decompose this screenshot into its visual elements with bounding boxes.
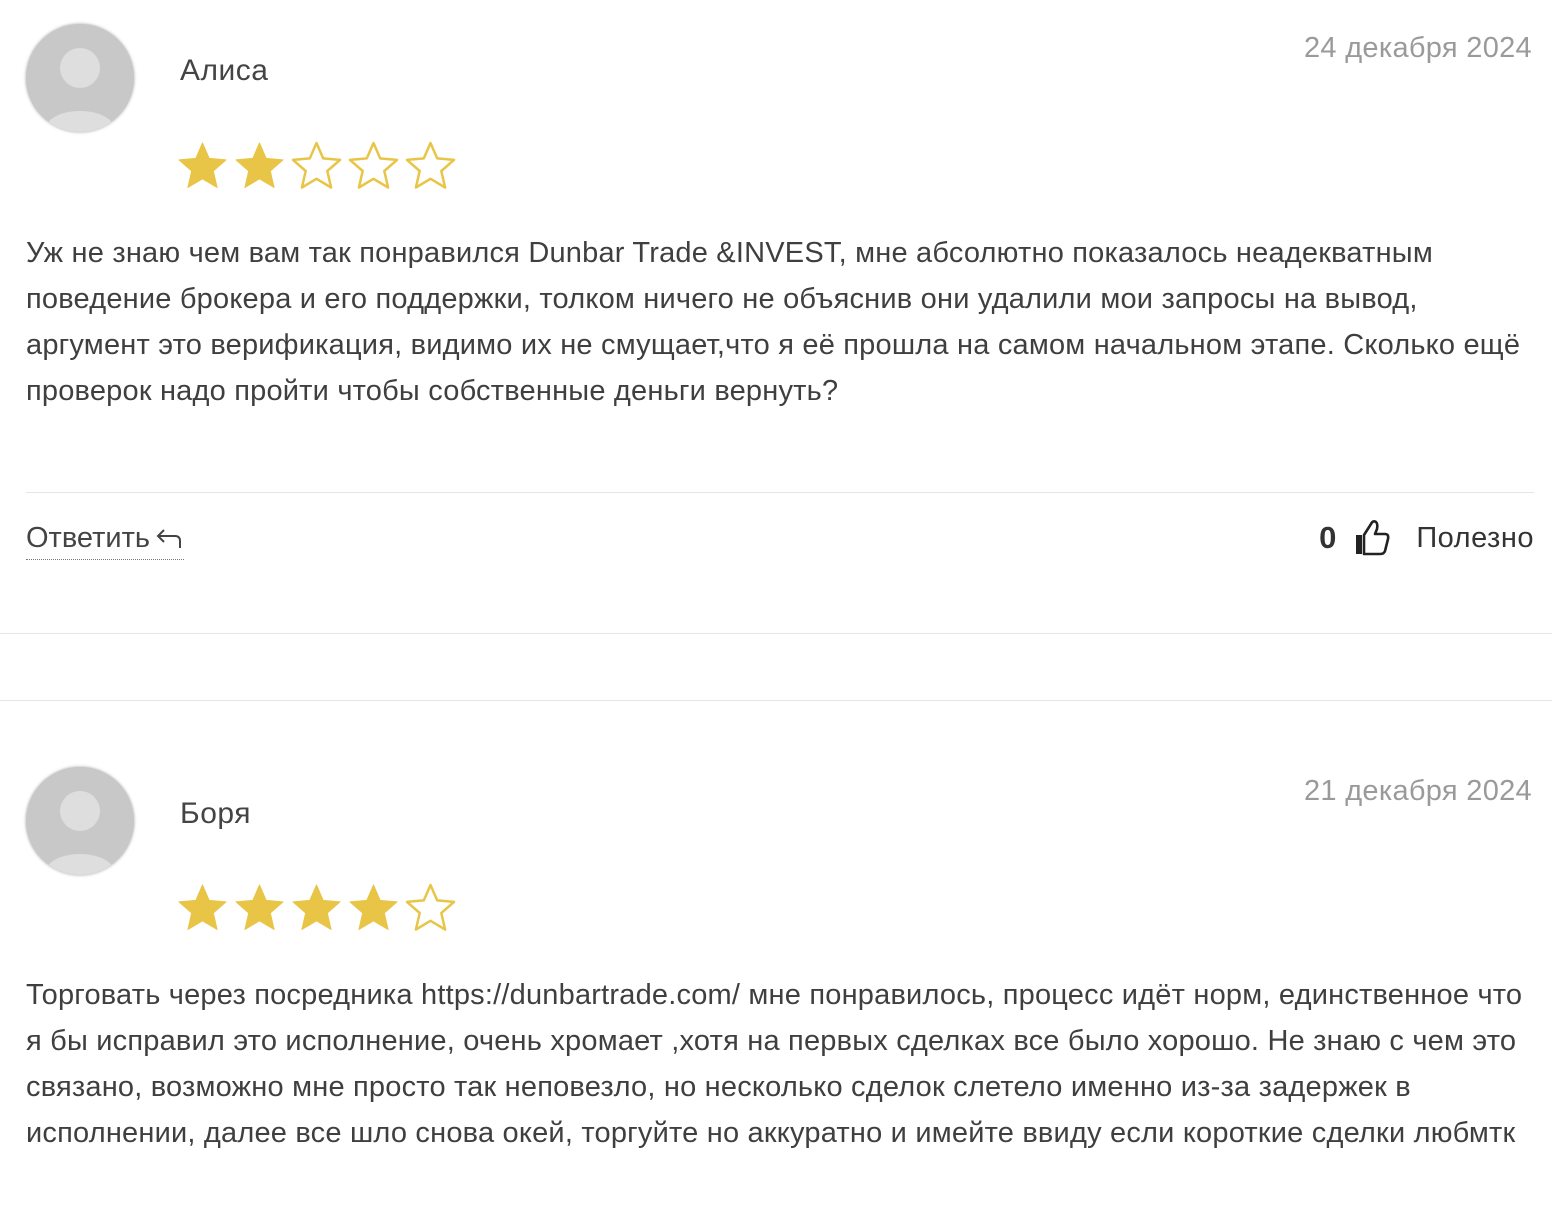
star-filled-icon: [292, 884, 341, 930]
review-date: 21 декабря 2024: [1303, 775, 1532, 807]
thumbs-up-icon[interactable]: [1352, 518, 1392, 558]
divider: [26, 492, 1534, 493]
review-date: 24 декабря 2024: [1303, 32, 1532, 64]
star-filled-icon: [178, 142, 227, 188]
star-filled-icon: [178, 884, 227, 930]
section-divider: [0, 700, 1552, 701]
like-count: 0: [1319, 520, 1337, 555]
useful-section: 0 Полезно: [1319, 518, 1534, 558]
review-author: Алиса: [180, 54, 269, 87]
star-rating: [176, 140, 457, 192]
avatar: [26, 24, 134, 132]
section-divider: [0, 633, 1552, 634]
star-empty-icon: [291, 141, 342, 189]
star-empty-icon: [405, 883, 456, 931]
review-author: Боря: [180, 797, 251, 830]
star-filled-icon: [349, 884, 398, 930]
avatar: [26, 767, 134, 875]
review-text: Торговать через посредника https://dunba…: [26, 979, 1523, 1149]
star-rating: [176, 882, 457, 934]
review-text: Уж не знаю чем вам так понравился Dunbar…: [26, 237, 1521, 407]
reply-button[interactable]: Ответить: [26, 522, 184, 560]
star-filled-icon: [235, 142, 284, 188]
reply-arrow-icon: [156, 528, 181, 548]
star-empty-icon: [405, 141, 456, 189]
user-silhouette-icon: [26, 767, 134, 875]
useful-label: Полезно: [1416, 521, 1534, 554]
star-empty-icon: [348, 141, 399, 189]
reply-label: Ответить: [26, 522, 150, 554]
star-filled-icon: [235, 884, 284, 930]
user-silhouette-icon: [26, 24, 134, 132]
